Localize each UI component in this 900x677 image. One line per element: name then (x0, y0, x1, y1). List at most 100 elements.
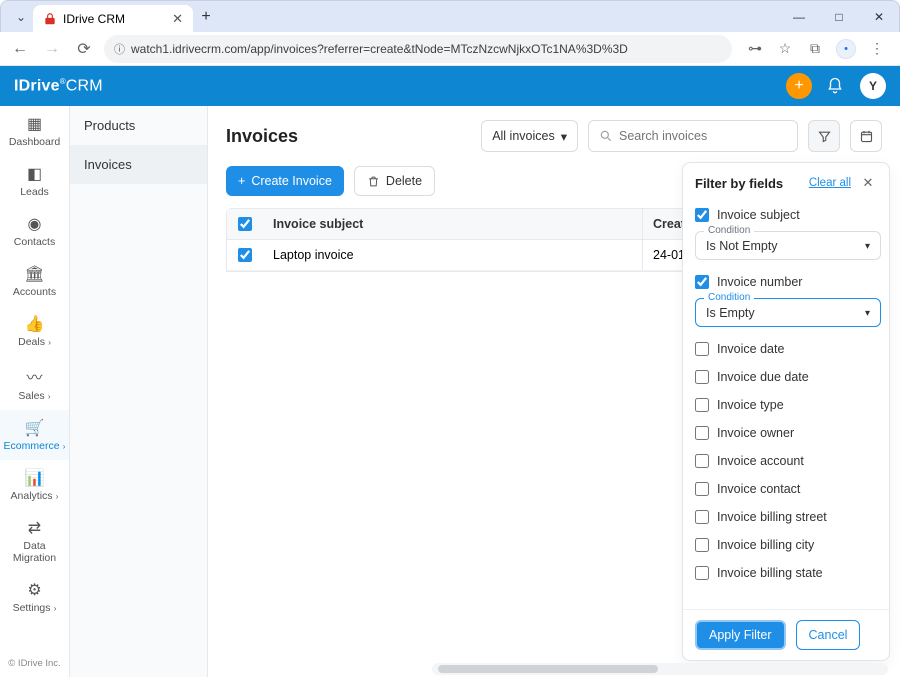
new-tab-button[interactable]: + (193, 8, 219, 26)
filter-field-label: Invoice number (717, 275, 802, 289)
apply-filter-button[interactable]: Apply Filter (695, 620, 786, 650)
reload-button[interactable]: ⟳ (72, 37, 96, 61)
th-subject[interactable]: Invoice subject (263, 209, 643, 239)
filter-checkbox[interactable] (695, 208, 709, 222)
maximize-button[interactable]: □ (819, 2, 859, 32)
logo-part1: IDriv (14, 77, 51, 94)
profile-avatar[interactable]: • (836, 39, 856, 59)
filter-field-invoice-type[interactable]: Invoice type (695, 391, 881, 419)
user-avatar[interactable]: Y (860, 73, 886, 99)
add-button[interactable]: + (786, 73, 812, 99)
logo-part3: CRM (66, 77, 103, 94)
delete-button[interactable]: Delete (354, 166, 435, 196)
back-button[interactable]: ← (8, 37, 32, 61)
site-info-icon[interactable]: ⓘ (114, 41, 125, 57)
condition-float-label: Condition (704, 225, 754, 236)
filter-field-invoice-billing-city[interactable]: Invoice billing city (695, 531, 881, 559)
app-header: IDrive®CRM + Y (0, 66, 900, 106)
filter-field-invoice-date[interactable]: Invoice date (695, 335, 881, 363)
filter-field-invoice-contact[interactable]: Invoice contact (695, 475, 881, 503)
sidebar-item-analytics[interactable]: 📊Analytics › (0, 460, 69, 510)
close-window-button[interactable]: ✕ (859, 2, 899, 32)
create-invoice-button[interactable]: + Create Invoice (226, 166, 344, 196)
sidebar-label: Deals › (18, 336, 51, 348)
filter-checkbox[interactable] (695, 342, 709, 356)
forward-button[interactable]: → (40, 37, 64, 61)
subnav-item-invoices[interactable]: Invoices (70, 145, 207, 184)
sidebar-item-sales[interactable]: 〰Sales › (0, 356, 69, 410)
cancel-filter-button[interactable]: Cancel (796, 620, 861, 650)
filter-checkbox[interactable] (695, 275, 709, 289)
filter-field-label: Invoice type (717, 398, 784, 412)
scope-label: All invoices (492, 129, 555, 143)
search-box[interactable] (588, 120, 798, 152)
row-checkbox[interactable] (238, 248, 252, 262)
sidebar-label: Leads (20, 186, 49, 198)
logo-part2: e (51, 77, 60, 94)
condition-select[interactable]: ConditionIs Empty▾ (695, 298, 881, 327)
sidebar-label: Dashboard (9, 136, 60, 148)
filter-panel: Filter by fields Clear all ✕ Invoice sub… (682, 162, 890, 661)
chevron-down-icon: ▾ (561, 129, 567, 144)
filter-checkbox[interactable] (695, 454, 709, 468)
sidebar-icon: 📊 (2, 468, 67, 488)
sidebar-item-deals[interactable]: 👍Deals › (0, 306, 69, 356)
tab-dropdown-icon[interactable]: ⌄ (9, 10, 33, 24)
scroll-thumb[interactable] (438, 665, 658, 673)
extensions-icon[interactable]: ⧉ (806, 40, 824, 57)
filter-field-invoice-billing-state[interactable]: Invoice billing state (695, 559, 881, 587)
sidebar-label: Accounts (13, 286, 56, 298)
filter-checkbox[interactable] (695, 566, 709, 580)
filter-field-invoice-owner[interactable]: Invoice owner (695, 419, 881, 447)
filter-button[interactable] (808, 120, 840, 152)
sidebar-item-ecommerce[interactable]: 🛒 Ecommerce › (0, 410, 69, 460)
select-all-checkbox[interactable] (238, 217, 252, 231)
filter-field-label: Invoice contact (717, 482, 800, 496)
filter-checkbox[interactable] (695, 510, 709, 524)
sidebar-item-accounts[interactable]: 🏛Accounts (0, 256, 69, 306)
condition-select[interactable]: ConditionIs Not Empty▾ (695, 231, 881, 260)
calendar-button[interactable] (850, 120, 882, 152)
sidebar-item-contacts[interactable]: ◉Contacts (0, 206, 69, 256)
horizontal-scrollbar[interactable] (432, 663, 888, 675)
clear-all-link[interactable]: Clear all (809, 177, 851, 189)
search-input[interactable] (619, 129, 787, 143)
url-bar[interactable]: ⓘ watch1.idrivecrm.com/app/invoices?refe… (104, 35, 732, 63)
browser-tab[interactable]: IDrive CRM ✕ (33, 5, 193, 33)
sidebar-item-dashboard[interactable]: ▦Dashboard (0, 106, 69, 156)
close-icon[interactable]: ✕ (172, 11, 183, 27)
notifications-icon[interactable] (826, 77, 846, 95)
subnav-item-products[interactable]: Products (70, 106, 207, 145)
filter-field-invoice-billing-street[interactable]: Invoice billing street (695, 503, 881, 531)
browser-toolbar: ← → ⟳ ⓘ watch1.idrivecrm.com/app/invoice… (0, 32, 900, 66)
sidebar-label: Ecommerce › (4, 440, 66, 452)
filter-checkbox[interactable] (695, 370, 709, 384)
menu-icon[interactable]: ⋮ (868, 40, 886, 57)
chevron-down-icon: ▾ (865, 241, 870, 252)
sidebar-label: Contacts (14, 236, 55, 248)
filter-field-invoice-due-date[interactable]: Invoice due date (695, 363, 881, 391)
sidebar-label: Settings › (13, 602, 57, 614)
filter-field-invoice-account[interactable]: Invoice account (695, 447, 881, 475)
filter-field-label: Invoice billing city (717, 538, 814, 552)
filter-checkbox[interactable] (695, 426, 709, 440)
filter-checkbox[interactable] (695, 398, 709, 412)
sidebar-icon: ⚙ (2, 580, 67, 600)
delete-label: Delete (386, 174, 422, 188)
password-icon[interactable]: ⊶ (746, 40, 764, 57)
sidebar-icon: 🛒 (2, 418, 67, 438)
sidebar-item-settings[interactable]: ⚙ Settings › (0, 572, 69, 622)
bookmark-icon[interactable]: ☆ (776, 40, 794, 57)
sidebar-icon: ◧ (2, 164, 67, 184)
filter-checkbox[interactable] (695, 538, 709, 552)
sidebar-item-data-migration[interactable]: ⇄Data Migration (0, 510, 69, 572)
sidebar-item-leads[interactable]: ◧ Leads (0, 156, 69, 206)
filter-field-label: Invoice owner (717, 426, 794, 440)
app-logo[interactable]: IDrive®CRM (14, 77, 103, 95)
scope-dropdown[interactable]: All invoices ▾ (481, 120, 578, 152)
minimize-button[interactable]: ― (779, 2, 819, 32)
sidebar-icon: ⇄ (2, 518, 67, 538)
footer-credit: © IDrive Inc. (0, 650, 69, 677)
close-filter-icon[interactable]: ✕ (859, 175, 877, 191)
filter-checkbox[interactable] (695, 482, 709, 496)
